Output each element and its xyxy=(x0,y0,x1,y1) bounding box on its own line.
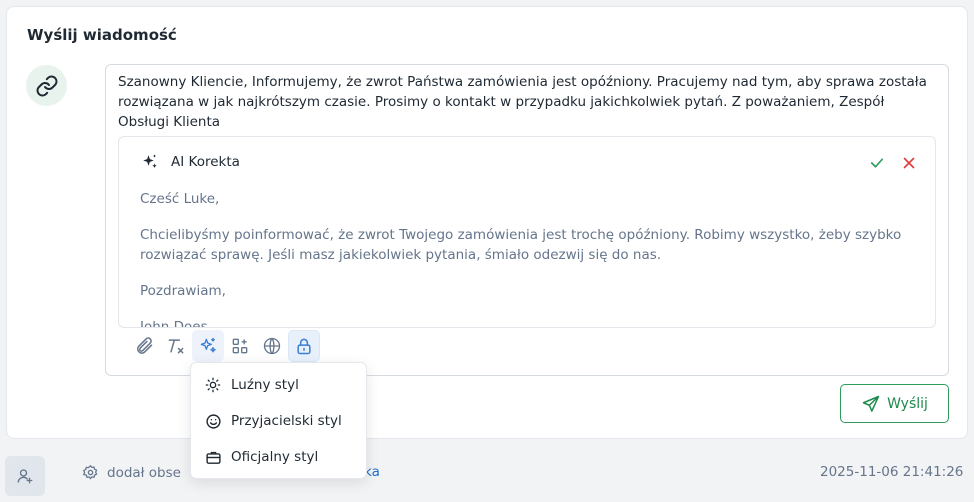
menu-item-friendly-style[interactable]: Przyjacielski styl xyxy=(191,403,366,439)
ai-body: Chcielibyśmy poinformować, że zwrot Twoj… xyxy=(140,227,902,263)
language-button[interactable] xyxy=(256,330,288,362)
user-plus-icon xyxy=(17,469,33,484)
apps-icon xyxy=(232,338,248,354)
reject-button[interactable] xyxy=(899,153,919,173)
editor-toolbar xyxy=(128,330,320,362)
message-editor[interactable]: Szanowny Kliencie, Informujemy, że zwrot… xyxy=(105,64,949,376)
menu-item-formal-style[interactable]: Oficjalny styl xyxy=(191,439,366,475)
clear-format-icon xyxy=(168,339,184,354)
menu-item-label: Przyjacielski styl xyxy=(231,413,342,429)
sparkles-icon xyxy=(143,154,157,168)
ai-style-button[interactable] xyxy=(192,330,224,362)
link-avatar xyxy=(26,65,67,106)
ai-greeting: Cześć Luke, xyxy=(140,191,220,207)
ai-closing: Pozdrawiam, xyxy=(140,283,226,299)
check-icon xyxy=(870,158,884,168)
sun-icon xyxy=(203,375,223,395)
private-note-button[interactable] xyxy=(288,330,320,362)
ai-signature: John Does xyxy=(140,319,208,328)
menu-item-label: Oficjalny styl xyxy=(231,449,319,465)
accept-button[interactable] xyxy=(867,153,887,173)
message-text[interactable]: Szanowny Kliencie, Informujemy, że zwrot… xyxy=(118,72,938,132)
briefcase-icon xyxy=(203,447,223,467)
menu-item-label: Luźny styl xyxy=(231,377,299,393)
ai-title: AI Korekta xyxy=(171,154,240,170)
add-user-avatar xyxy=(5,456,45,496)
close-icon xyxy=(903,157,915,169)
timeline-timestamp: 2025-11-06 21:41:26 xyxy=(820,464,964,480)
menu-item-casual-style[interactable]: Luźny styl xyxy=(191,367,366,403)
link-icon xyxy=(36,75,57,96)
sparkles-icon xyxy=(200,337,216,353)
ai-style-menu: Luźny styl Przyjacielski styl Oficjalny … xyxy=(190,362,367,479)
smile-icon xyxy=(203,411,223,431)
send-button[interactable]: Wyślij xyxy=(840,384,949,423)
ai-correction-panel: AI Korekta Cześć Luke, Chcielibyśmy poin… xyxy=(118,136,936,328)
apps-button[interactable] xyxy=(224,330,256,362)
lock-icon xyxy=(297,338,311,355)
ai-suggestion-text: Cześć Luke, Chcielibyśmy poinformować, ż… xyxy=(140,189,910,328)
globe-icon xyxy=(263,337,281,355)
timeline-text: dodał obse xyxy=(107,464,181,481)
paperclip-icon xyxy=(137,337,153,354)
clear-format-button[interactable] xyxy=(160,330,192,362)
send-label: Wyślij xyxy=(887,395,928,412)
gear-icon xyxy=(82,464,98,480)
timeline-entry: dodał obse ka xyxy=(82,464,380,481)
attach-button[interactable] xyxy=(128,330,160,362)
send-message-card: Wyślij wiadomość Szanowny Kliencie, Info… xyxy=(6,6,968,439)
card-title: Wyślij wiadomość xyxy=(27,26,177,44)
send-icon xyxy=(862,395,880,412)
ai-header: AI Korekta xyxy=(141,153,240,171)
